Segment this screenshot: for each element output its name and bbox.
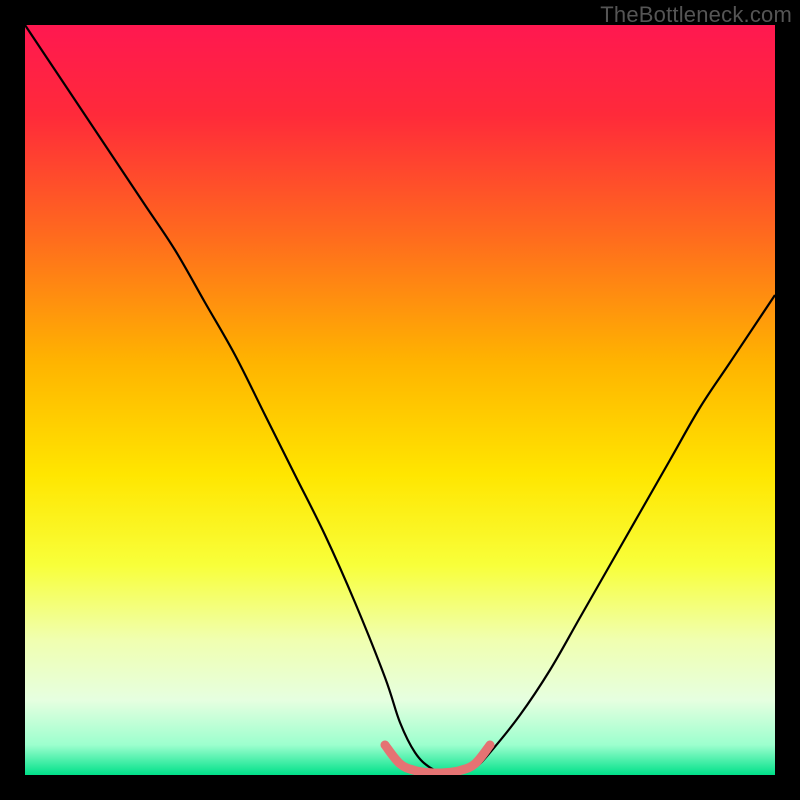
chart-canvas: TheBottleneck.com <box>0 0 800 800</box>
watermark-text: TheBottleneck.com <box>600 2 792 28</box>
gradient-background <box>25 25 775 775</box>
plot-area <box>25 25 775 775</box>
plot-svg <box>25 25 775 775</box>
